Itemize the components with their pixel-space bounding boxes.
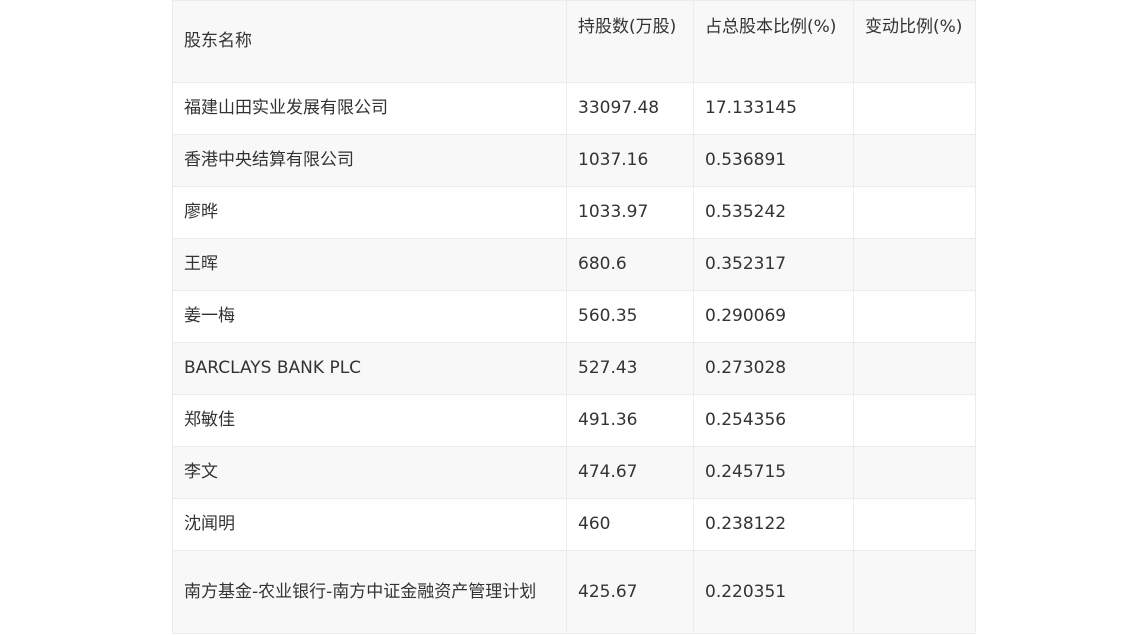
cell-name: 福建山田实业发展有限公司 (172, 82, 567, 135)
cell-name: 姜一梅 (172, 290, 567, 343)
cell-shares: 474.67 (566, 446, 694, 499)
cell-name: 李文 (172, 446, 567, 499)
shareholder-table-container: 股东名称 持股数(万股) 占总股本比例(%) 变动比例(%) 福建山田实业发展有… (172, 0, 976, 634)
cell-shares: 560.35 (566, 290, 694, 343)
cell-change (853, 550, 976, 634)
cell-change (853, 134, 976, 187)
table-row: 郑敏佳 491.36 0.254356 (172, 394, 976, 447)
cell-change (853, 290, 976, 343)
cell-ratio: 0.238122 (693, 498, 854, 551)
cell-ratio: 0.290069 (693, 290, 854, 343)
shareholder-table: 股东名称 持股数(万股) 占总股本比例(%) 变动比例(%) 福建山田实业发展有… (172, 0, 976, 634)
header-change: 变动比例(%) (853, 0, 976, 83)
cell-shares: 460 (566, 498, 694, 551)
cell-ratio: 0.245715 (693, 446, 854, 499)
cell-ratio: 0.535242 (693, 186, 854, 239)
table-row: 姜一梅 560.35 0.290069 (172, 290, 976, 343)
cell-name: 香港中央结算有限公司 (172, 134, 567, 187)
cell-ratio: 0.536891 (693, 134, 854, 187)
table-row: 李文 474.67 0.245715 (172, 446, 976, 499)
cell-change (853, 394, 976, 447)
table-row: BARCLAYS BANK PLC 527.43 0.273028 (172, 342, 976, 395)
cell-ratio: 0.352317 (693, 238, 854, 291)
cell-shares: 680.6 (566, 238, 694, 291)
cell-name: BARCLAYS BANK PLC (172, 342, 567, 395)
cell-ratio: 0.220351 (693, 550, 854, 634)
header-ratio: 占总股本比例(%) (693, 0, 854, 83)
table-row: 福建山田实业发展有限公司 33097.48 17.133145 (172, 82, 976, 135)
cell-shares: 491.36 (566, 394, 694, 447)
table-row: 南方基金-农业银行-南方中证金融资产管理计划 425.67 0.220351 (172, 550, 976, 634)
table-row: 王晖 680.6 0.352317 (172, 238, 976, 291)
cell-ratio: 0.254356 (693, 394, 854, 447)
cell-shares: 33097.48 (566, 82, 694, 135)
cell-change (853, 342, 976, 395)
cell-name: 王晖 (172, 238, 567, 291)
cell-ratio: 17.133145 (693, 82, 854, 135)
cell-change (853, 238, 976, 291)
cell-shares: 1033.97 (566, 186, 694, 239)
cell-name: 南方基金-农业银行-南方中证金融资产管理计划 (172, 550, 567, 634)
cell-change (853, 82, 976, 135)
table-row: 香港中央结算有限公司 1037.16 0.536891 (172, 134, 976, 187)
cell-change (853, 498, 976, 551)
cell-shares: 425.67 (566, 550, 694, 634)
cell-ratio: 0.273028 (693, 342, 854, 395)
header-shareholder-name: 股东名称 (172, 0, 567, 83)
cell-change (853, 446, 976, 499)
cell-name: 郑敏佳 (172, 394, 567, 447)
cell-name: 廖晔 (172, 186, 567, 239)
header-shares: 持股数(万股) (566, 0, 694, 83)
table-row: 廖晔 1033.97 0.535242 (172, 186, 976, 239)
cell-shares: 527.43 (566, 342, 694, 395)
table-header-row: 股东名称 持股数(万股) 占总股本比例(%) 变动比例(%) (172, 0, 976, 83)
cell-shares: 1037.16 (566, 134, 694, 187)
cell-name: 沈闻明 (172, 498, 567, 551)
table-row: 沈闻明 460 0.238122 (172, 498, 976, 551)
cell-change (853, 186, 976, 239)
